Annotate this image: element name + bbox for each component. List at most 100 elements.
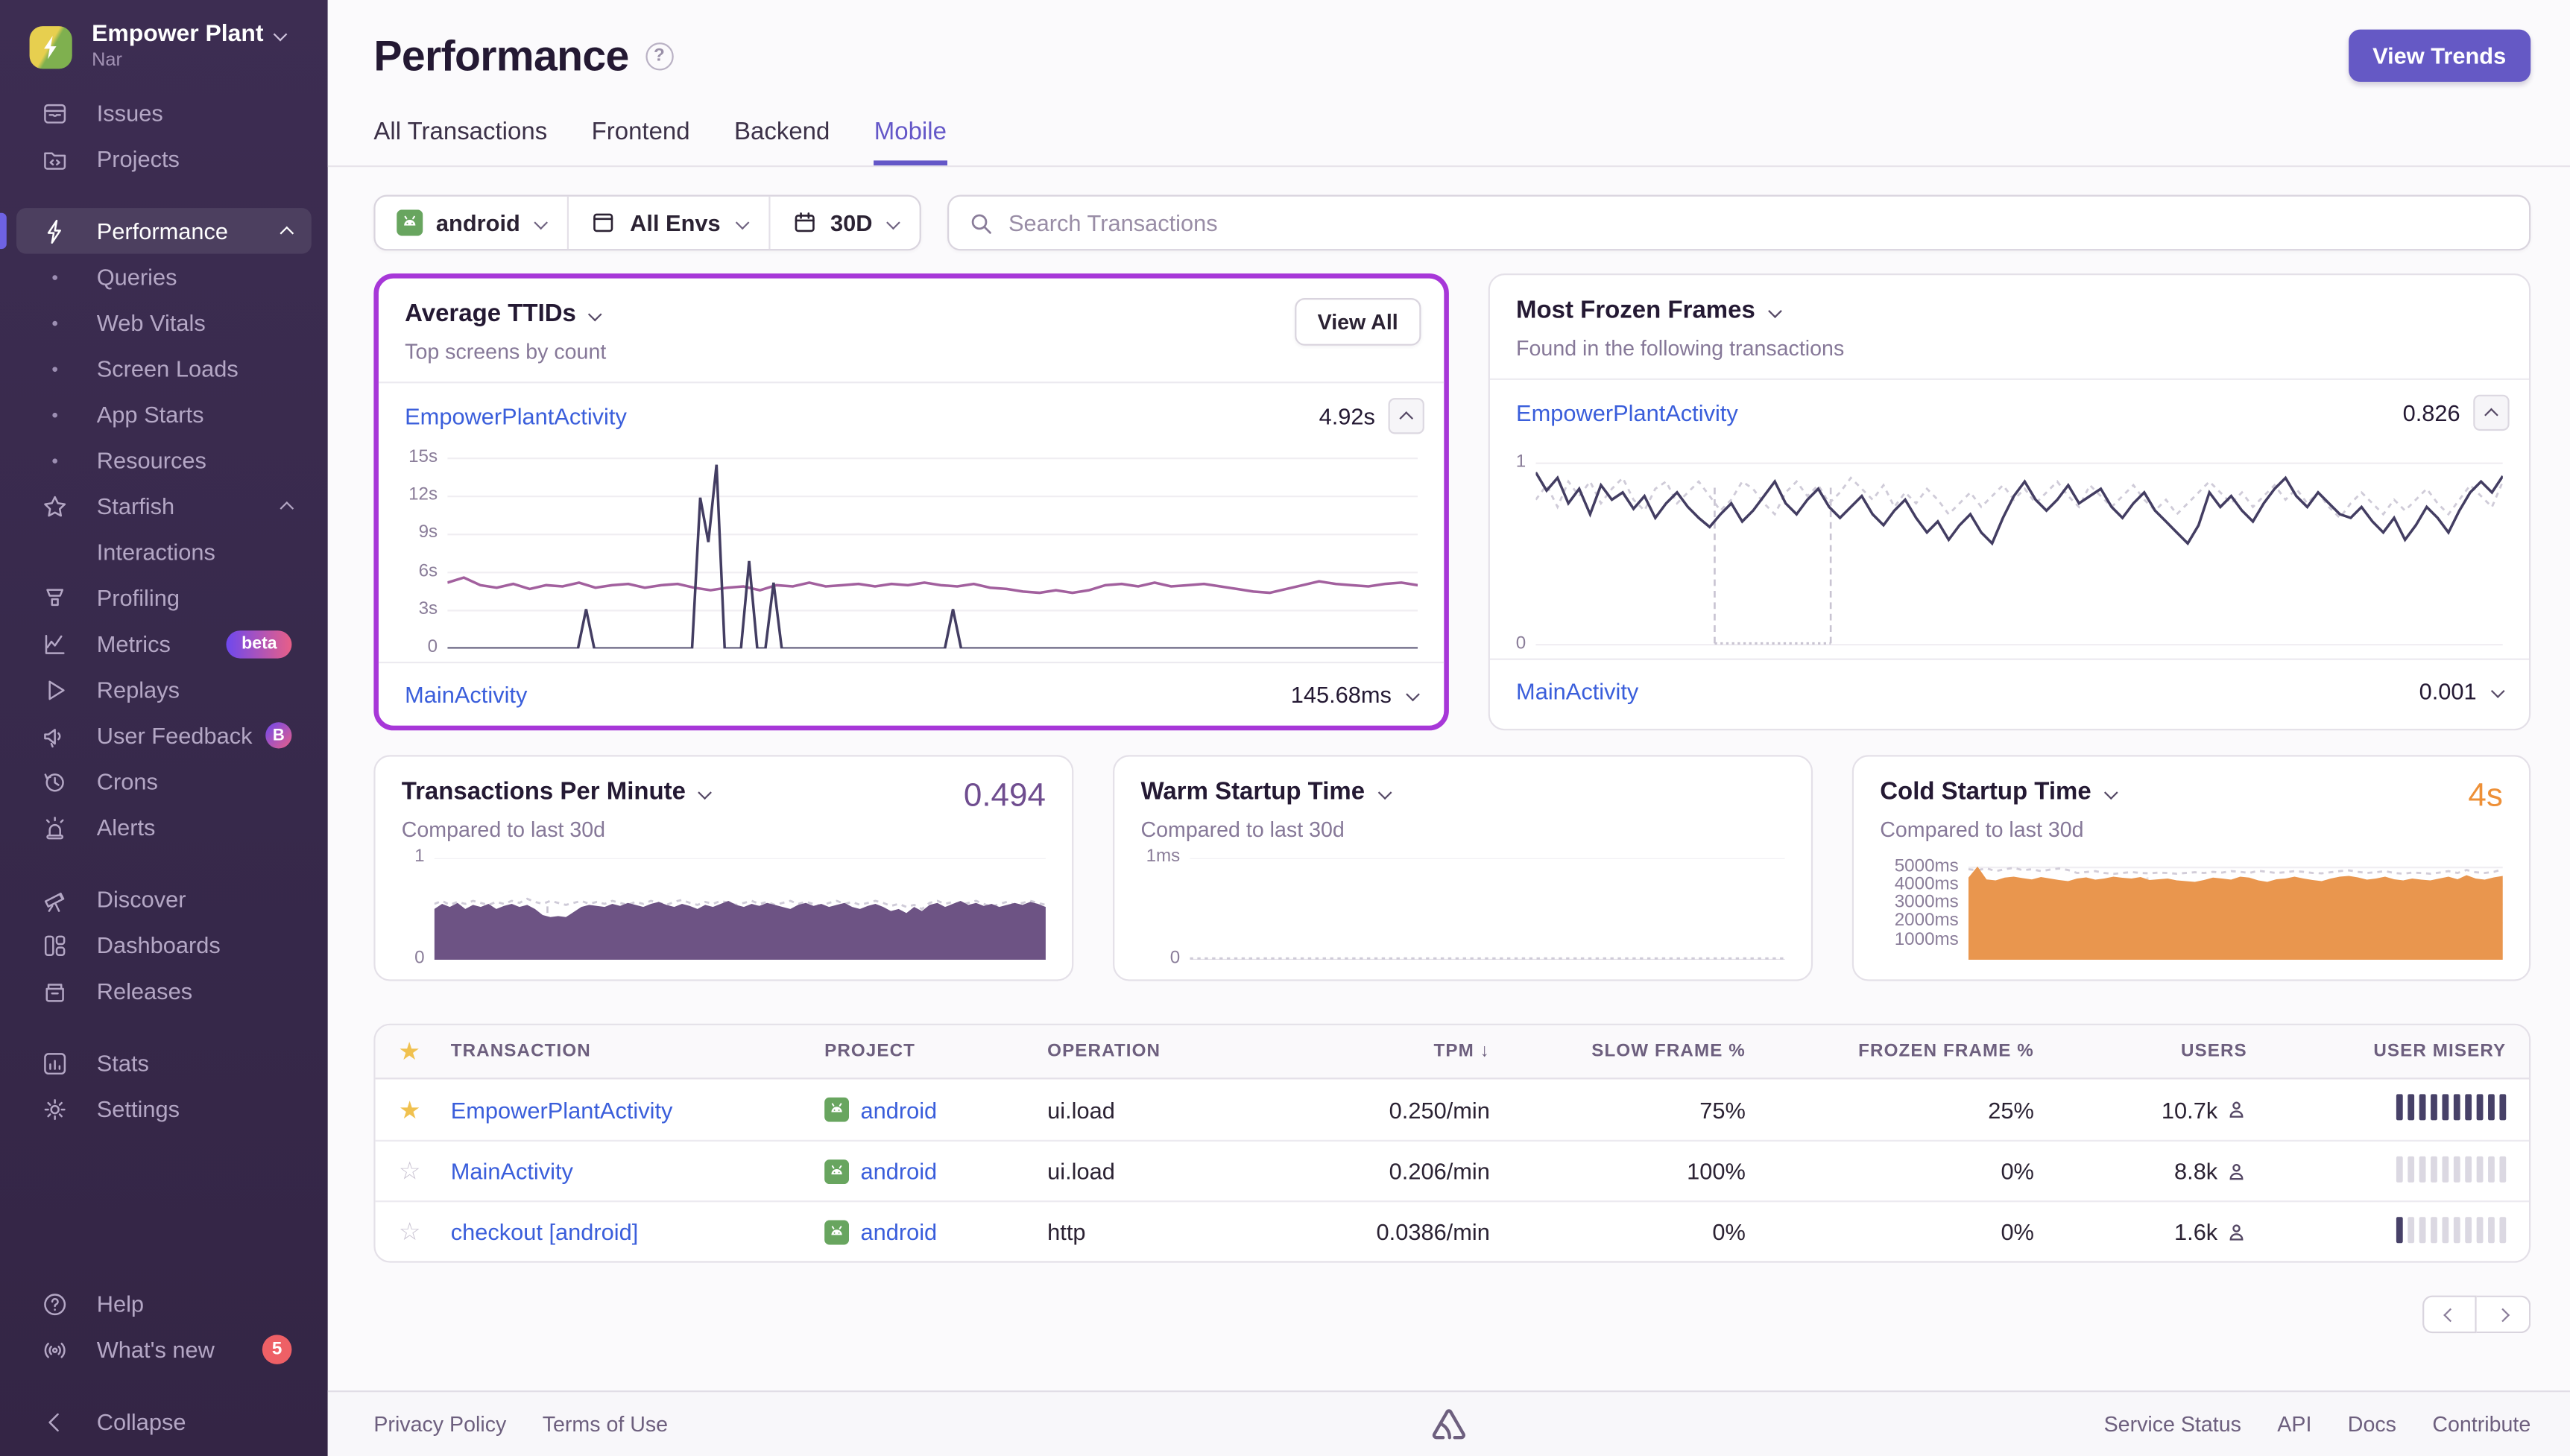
column-header-tpm[interactable]: TPM ↓ bbox=[1310, 1042, 1516, 1061]
filter-all-envs[interactable]: All Envs bbox=[568, 197, 768, 249]
sidebar-item-interactions[interactable]: Interactions bbox=[16, 529, 312, 575]
frozen-frames-panel: Most Frozen Frames Found in the followin… bbox=[1488, 273, 2531, 730]
transaction-link[interactable]: checkout [android] bbox=[451, 1218, 639, 1244]
users-cell: 1.6k bbox=[2060, 1218, 2273, 1244]
project-link[interactable]: android bbox=[860, 1218, 937, 1244]
sidebar-item-screen-loads[interactable]: Screen Loads bbox=[16, 346, 312, 392]
sidebar-item-label: Replays bbox=[97, 677, 180, 703]
footer-link-terms-of-use[interactable]: Terms of Use bbox=[543, 1412, 668, 1437]
expand-button[interactable] bbox=[2493, 686, 2503, 696]
sidebar-item-help[interactable]: Help bbox=[16, 1281, 312, 1327]
transaction-link[interactable]: EmpowerPlantActivity bbox=[1516, 399, 1738, 425]
user-misery-cell bbox=[2273, 1216, 2530, 1247]
transaction-link[interactable]: EmpowerPlantActivity bbox=[451, 1097, 673, 1123]
footer-link-docs[interactable]: Docs bbox=[2348, 1412, 2396, 1437]
star-toggle[interactable]: ☆ bbox=[376, 1217, 444, 1247]
filter-label: All Envs bbox=[630, 209, 720, 235]
filter-android[interactable]: android bbox=[376, 197, 568, 249]
org-switcher[interactable]: Empower Plant Nar bbox=[0, 0, 328, 71]
view-all-button[interactable]: View All bbox=[1295, 298, 1421, 346]
filter-label: 30D bbox=[830, 209, 872, 235]
collapse-button[interactable] bbox=[1389, 398, 1424, 434]
avg-ttids-title[interactable]: Average TTIDs bbox=[405, 300, 1418, 327]
tab-backend[interactable]: Backend bbox=[734, 118, 830, 165]
sidebar-item-app-starts[interactable]: App Starts bbox=[16, 391, 312, 437]
sidebar-item-performance[interactable]: Performance bbox=[16, 208, 312, 254]
sidebar-item-queries[interactable]: Queries bbox=[16, 254, 312, 300]
search-transactions-field[interactable] bbox=[948, 195, 2531, 251]
users-count: 1.6k bbox=[2174, 1218, 2217, 1244]
sidebar-item-what-s-new[interactable]: What's new5 bbox=[16, 1326, 312, 1373]
whatsnew-icon bbox=[40, 1335, 69, 1364]
feedback-icon bbox=[40, 721, 69, 750]
view-trends-button[interactable]: View Trends bbox=[2348, 30, 2530, 82]
sidebar-item-crons[interactable]: Crons bbox=[16, 759, 312, 805]
sidebar-item-settings[interactable]: Settings bbox=[16, 1086, 312, 1132]
next-page-button[interactable] bbox=[2477, 1296, 2531, 1334]
footer-link-service-status[interactable]: Service Status bbox=[2104, 1412, 2241, 1437]
frozen-frame-cell: 25% bbox=[1772, 1097, 2060, 1123]
search-input[interactable] bbox=[1008, 209, 2510, 235]
project-cell: android bbox=[818, 1097, 1041, 1123]
sidebar-item-projects[interactable]: Projects bbox=[16, 136, 312, 182]
sidebar-item-user-feedback[interactable]: User FeedbackB bbox=[16, 712, 312, 759]
column-header-slow-frame[interactable]: SLOW FRAME % bbox=[1516, 1042, 1772, 1061]
frozen-frames-subtitle: Found in the following transactions bbox=[1516, 336, 2503, 361]
tab-mobile[interactable]: Mobile bbox=[874, 118, 947, 165]
transaction-cell: EmpowerPlantActivity bbox=[444, 1097, 818, 1123]
cold-startup-title[interactable]: Cold Startup Time bbox=[1880, 778, 2503, 805]
frozen-frames-title[interactable]: Most Frozen Frames bbox=[1516, 297, 2503, 324]
sidebar-item-metrics[interactable]: Metricsbeta bbox=[16, 621, 312, 667]
sidebar-item-web-vitals[interactable]: Web Vitals bbox=[16, 300, 312, 346]
sidebar-item-starfish[interactable]: Starfish bbox=[16, 483, 312, 529]
column-header-user-misery[interactable]: USER MISERY bbox=[2273, 1042, 2530, 1061]
sidebar-item-issues[interactable]: Issues bbox=[16, 90, 312, 136]
sidebar-item-stats[interactable]: Stats bbox=[16, 1040, 312, 1086]
footer-link-privacy-policy[interactable]: Privacy Policy bbox=[373, 1412, 506, 1437]
star-toggle[interactable]: ☆ bbox=[376, 1156, 444, 1186]
active-indicator bbox=[0, 213, 7, 249]
sidebar-item-dashboards[interactable]: Dashboards bbox=[16, 922, 312, 968]
star-toggle[interactable]: ★ bbox=[376, 1095, 444, 1124]
column-header-frozen-frame[interactable]: FROZEN FRAME % bbox=[1772, 1042, 2060, 1061]
sidebar-item-label: User Feedback bbox=[97, 722, 253, 748]
prev-page-button[interactable] bbox=[2422, 1296, 2477, 1334]
filter-30d[interactable]: 30D bbox=[768, 197, 920, 249]
tab-frontend[interactable]: Frontend bbox=[592, 118, 690, 165]
collapse-button[interactable] bbox=[2473, 395, 2509, 431]
column-header-project[interactable]: PROJECT bbox=[818, 1042, 1041, 1061]
sidebar-item-replays[interactable]: Replays bbox=[16, 667, 312, 713]
y-axis: 15s12s9s6s3s0 bbox=[392, 452, 448, 649]
cold-startup-panel: Cold Startup Time 4s Compared to last 30… bbox=[1852, 755, 2530, 981]
transaction-cell: checkout [android] bbox=[444, 1218, 818, 1244]
tab-all-transactions[interactable]: All Transactions bbox=[373, 118, 547, 165]
y-tick-label: 3000ms bbox=[1895, 893, 1959, 912]
transaction-cell: MainActivity bbox=[444, 1158, 818, 1184]
footer-link-api[interactable]: API bbox=[2277, 1412, 2311, 1437]
sidebar-item-resources[interactable]: Resources bbox=[16, 437, 312, 484]
project-link[interactable]: android bbox=[860, 1097, 937, 1123]
sidebar-item-label: Screen Loads bbox=[97, 355, 239, 382]
column-header-users[interactable]: USERS bbox=[2060, 1042, 2273, 1061]
column-header-transaction[interactable]: TRANSACTION bbox=[444, 1042, 818, 1061]
column-header-operation[interactable]: OPERATION bbox=[1041, 1042, 1310, 1061]
transaction-link[interactable]: MainActivity bbox=[1516, 678, 1638, 704]
transaction-link[interactable]: MainActivity bbox=[405, 681, 527, 707]
transaction-link[interactable]: EmpowerPlantActivity bbox=[405, 403, 627, 429]
warm-startup-title[interactable]: Warm Startup Time bbox=[1140, 778, 1784, 805]
expand-button[interactable] bbox=[1408, 689, 1418, 699]
sidebar-item-collapse[interactable]: Collapse bbox=[16, 1399, 312, 1445]
transaction-link[interactable]: MainActivity bbox=[451, 1158, 573, 1184]
frozen-frames-chart bbox=[1535, 449, 2502, 645]
footer-link-contribute[interactable]: Contribute bbox=[2432, 1412, 2530, 1437]
sidebar-item-alerts[interactable]: Alerts bbox=[16, 804, 312, 850]
sidebar-item-profiling[interactable]: Profiling bbox=[16, 575, 312, 621]
sidebar-item-label: Discover bbox=[97, 886, 186, 912]
sidebar-item-releases[interactable]: Releases bbox=[16, 968, 312, 1014]
sidebar-item-discover[interactable]: Discover bbox=[16, 876, 312, 922]
misery-bars bbox=[2396, 1156, 2506, 1182]
tpm-title[interactable]: Transactions Per Minute bbox=[402, 778, 1046, 805]
transactions-table: ★ TRANSACTIONPROJECTOPERATIONTPM ↓SLOW FR… bbox=[373, 1024, 2530, 1263]
page-help-icon[interactable]: ? bbox=[645, 42, 673, 69]
project-link[interactable]: android bbox=[860, 1158, 937, 1184]
